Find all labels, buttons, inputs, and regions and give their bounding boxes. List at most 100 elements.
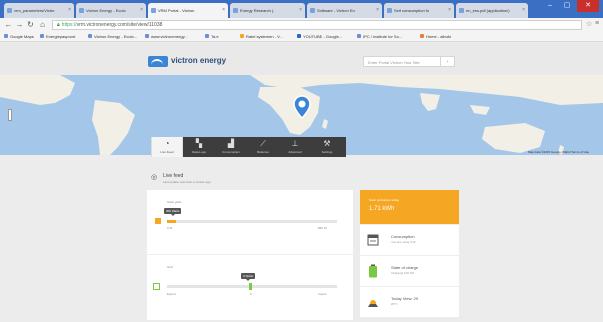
tab-label: Settings [321,150,333,154]
reload-icon[interactable]: ↻ [26,20,35,30]
tab-label: Data-Logs [192,150,206,154]
tab-settings[interactable]: ⚒ Settings [311,137,343,157]
bars-icon: ▚ [195,139,203,148]
tab-data-logs[interactable]: ▚ Data-Logs [183,137,215,157]
tab-label: Self consumption fo [394,8,430,13]
weather-sub: 29°C [391,302,398,306]
tab-close-icon[interactable]: × [376,7,379,13]
star-icon[interactable]: ☆ [586,20,592,28]
url-path: /site/view/11038 [126,22,163,28]
tab-label: Energy Research (. [240,8,275,13]
grid-export-label: Export [167,292,176,296]
tab-label: en_ess.pdf (application/) [466,8,510,13]
wrench-settings-icon: ⚒ [323,139,331,148]
site-header: victron energy [0,43,603,75]
browser-tab[interactable]: Energy Research (. × [230,3,305,18]
back-icon[interactable]: ← [4,20,13,30]
bookmark-item[interactable]: Google Maps [4,34,34,39]
gauge-icon: ◔ [164,139,170,148]
victron-logo-icon [148,56,168,67]
site-search-button[interactable]: › [441,56,455,67]
solar-slider[interactable] [167,220,337,223]
minimize-button[interactable]: – [542,0,558,12]
solar-yield-label: Solar yield [167,200,182,204]
bookmark-label: Ta.e [211,34,219,39]
graph-icon: ⊥ [291,139,299,148]
tab-close-icon[interactable]: × [448,7,451,13]
browser-tab[interactable]: Self consumption fo × [384,3,454,18]
tab-close-icon[interactable]: × [68,7,71,13]
address-bar[interactable]: 🔒︎ https://vrm.victronenergy.com/site/vie… [52,20,582,30]
location-marker-icon[interactable] [293,95,311,119]
panel-divider [147,254,353,255]
tab-favicon-icon [79,8,84,13]
bookmark-item[interactable]: Ratel systemen - V... [240,34,283,39]
browser-tab[interactable]: Victron Energy - Ecolo × [76,3,146,18]
wrench-icon: ⟋ [260,139,266,148]
tab-consumption[interactable]: ▟ Consumption [215,137,247,157]
grid-label: Grid [167,265,173,269]
tab-label: Batteries [257,150,269,154]
tab-label: Advanced [288,150,302,154]
bookmark-label: Victron Energy - Ecolo... [94,34,138,39]
lock-icon: 🔒︎ [57,22,60,28]
tab-batteries[interactable]: ⟋ Batteries [247,137,279,157]
consumption-card[interactable]: Consumption You are using 0 W [360,224,459,255]
grid-tooltip: 0 Watts [241,273,256,281]
feed-title: Live feed [163,173,184,179]
battery-card[interactable]: State of charge Charging 100.0% [360,255,459,286]
menu-icon[interactable]: ≡ [595,20,599,27]
bookmark-item[interactable]: Energiepaspoort [40,34,75,39]
home-icon[interactable]: ⌂ [38,20,47,30]
bookmark-item[interactable]: Home - albufo [420,34,451,39]
weather-card[interactable]: Today View: 29 29°C [360,286,459,317]
bookmark-favicon-icon [297,34,301,38]
tab-close-icon[interactable]: × [299,7,302,13]
solar-card-value: 1.71 kWh [369,206,395,212]
bookmark-item[interactable]: IPC / Institute for So... [357,34,402,39]
live-feed-icon: ◎ [151,174,158,181]
tab-label: vrm_parameters/Victro [14,8,55,13]
browser-tab[interactable]: en_ess.pdf (application/) × [456,3,528,18]
grid-slider-handle[interactable] [249,283,252,290]
tab-label: Software - Victron En [317,8,355,13]
bookmarks-bar: Google Maps Energiepaspoort Victron Ener… [0,32,603,42]
bookmark-item[interactable]: www.victronenergy... [145,34,188,39]
close-window-button[interactable]: ✕ [577,0,599,12]
url-scheme: https:// [61,22,77,28]
solar-production-card[interactable]: Solar production today 1.71 kWh [360,190,459,228]
forward-icon[interactable]: → [15,20,24,30]
tab-advanced[interactable]: ⊥ Advanced [279,137,311,157]
browser-tab[interactable]: Software - Victron En × [307,3,382,18]
grid-zero-label: 0 [250,292,252,296]
tab-live-feed[interactable]: ◔ Live Feed [151,137,183,157]
tab-favicon-icon [233,8,238,13]
tab-label: Live Feed [160,150,174,154]
grid-slider[interactable] [167,285,337,288]
tab-favicon-icon [387,8,392,13]
site-search-input[interactable]: Enter Portal Victron Your Site [363,56,441,67]
solar-tooltip: 300 Watts [164,208,182,216]
bookmark-label: Ratel systemen - V... [246,34,283,39]
grid-square-icon [153,283,160,290]
map-zoom-control[interactable] [8,109,12,121]
bookmark-item[interactable]: Victron Energy - Ecolo... [88,34,137,39]
bookmark-item[interactable]: Ta.e [205,34,219,39]
solar-min-label: 0 W [167,226,173,230]
bookmark-label: YOUTUBE - Google... [303,34,343,39]
bookmark-label: www.victronenergy... [151,34,188,39]
bookmark-favicon-icon [40,34,44,38]
bookmark-label: IPC / Institute for So... [363,34,403,39]
bookmark-label: Energiepaspoort [46,34,76,39]
tab-close-icon[interactable]: × [140,7,143,13]
tab-close-icon[interactable]: × [522,7,525,13]
maximize-button[interactable]: ▢ [559,0,575,12]
tab-close-icon[interactable]: × [222,7,225,13]
site-nav: ◔ Live Feed ▚ Data-Logs ▟ Consumption ⟋ Batt… [151,137,346,157]
browser-tab[interactable]: vrm_parameters/Victro × [4,3,74,18]
bookmark-label: Home - albufo [426,34,452,39]
bookmark-item[interactable]: YOUTUBE - Google... [297,34,342,39]
battery-sub: Charging 100.0% [391,271,415,275]
browser-tab-active[interactable]: VRM Portal - Victron × [148,3,228,18]
tab-favicon-icon [7,8,12,13]
